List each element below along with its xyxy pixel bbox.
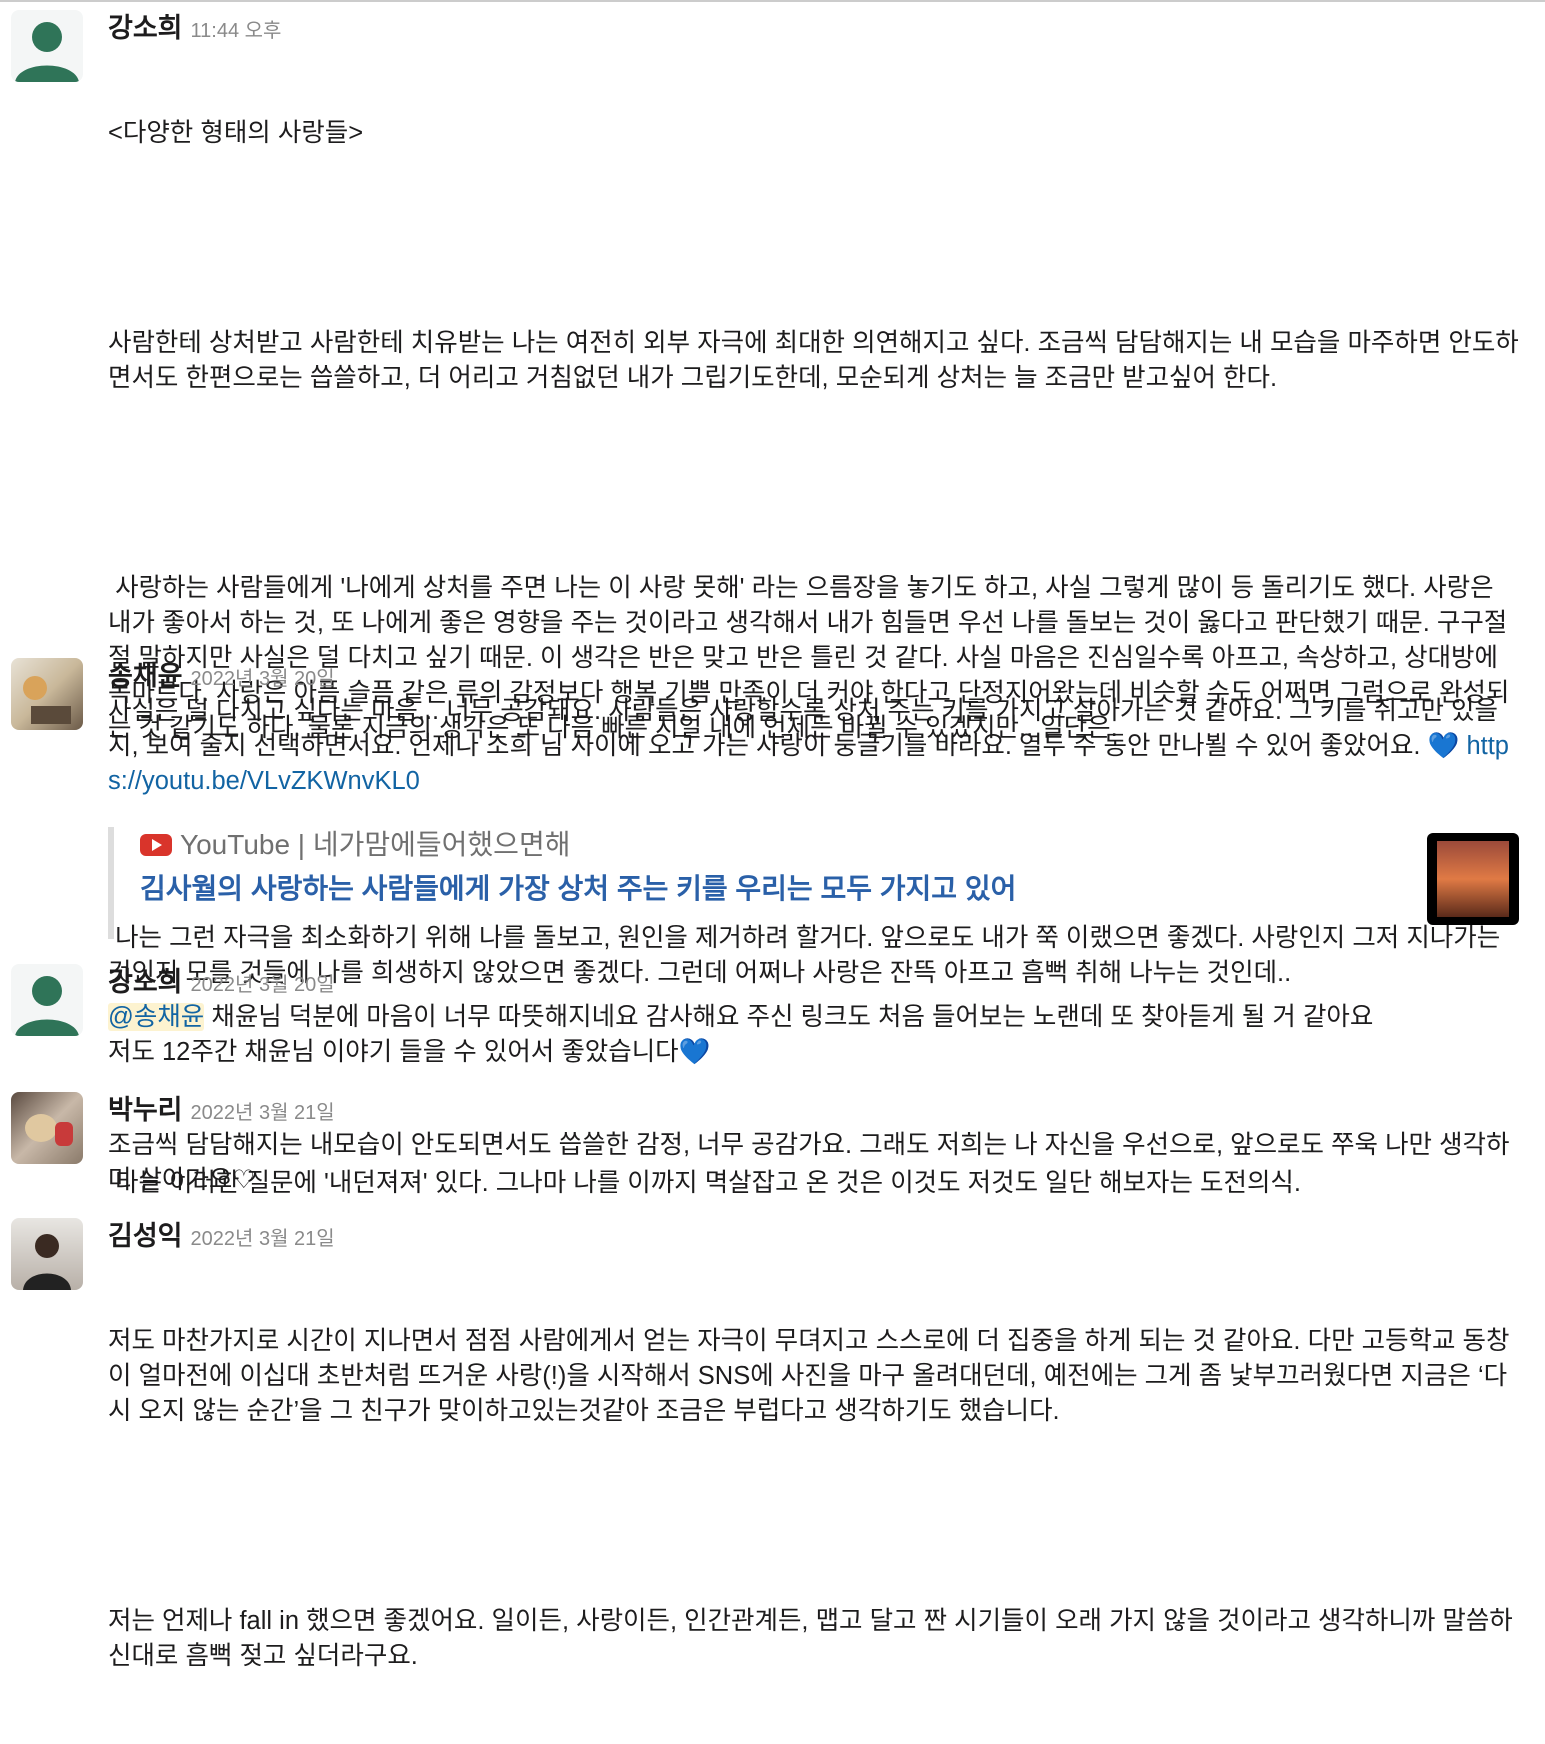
user-mention[interactable]: @송채윤 (108, 1003, 205, 1031)
paragraph: 저도 마찬가지로 시간이 지나면서 점점 사람에게서 얻는 자극이 무뎌지고 스… (108, 1327, 1510, 1425)
sender-name[interactable]: 박누리 (108, 1095, 183, 1125)
paragraph: <다양한 형태의 사랑들> (108, 119, 364, 147)
default-user-icon (15, 976, 79, 1036)
text: 사실은 덜 다치고 싶다는 마음... 너무 공감돼요. 사람들은 사랑할수록 … (108, 697, 1498, 760)
sender-name[interactable]: 김성익 (108, 1221, 183, 1251)
pet-photo-icon (25, 1114, 73, 1146)
blue-heart-icon: 💙 (678, 1038, 711, 1066)
timestamp[interactable]: 2022년 3월 20일 (191, 668, 335, 690)
link-preview-title[interactable]: 김사월의 사랑하는 사람들에게 가장 상처 주는 키를 우리는 모두 가지고 있… (140, 867, 1520, 911)
sender-name[interactable]: 강소희 (108, 967, 183, 997)
timestamp[interactable]: 2022년 3월 20일 (191, 974, 335, 996)
paragraph: 저는 언제나 fall in 했으면 좋겠어요. 일이든, 사랑이든, 인간관계… (108, 1607, 1513, 1670)
message-text: 저도 마찬가지로 시간이 지나면서 점점 사람에게서 얻는 자극이 무뎌지고 스… (108, 1254, 1520, 1744)
youtube-icon (140, 834, 172, 856)
blue-heart-icon: 💙 (1427, 732, 1460, 760)
sender-name[interactable]: 강소희 (108, 13, 183, 43)
message-text: 조금씩 담담해지는 내모습이 안도되면서도 씁쓸한 감정, 너무 공감가요. 그… (108, 1131, 1510, 1194)
person-photo-icon (23, 1234, 71, 1290)
link-preview-source: YouTube | 네가맘에들어했으면해 (140, 827, 1520, 863)
message-text: 사실은 덜 다치고 싶다는 마음... 너무 공감돼요. 사람들은 사랑할수록 … (108, 694, 1520, 799)
source-label: YouTube | 네가맘에들어했으면해 (180, 829, 571, 860)
timestamp[interactable]: 11:44 오후 (191, 20, 282, 42)
avatar[interactable] (11, 658, 83, 730)
message-text: @송채윤 채윤님 덕분에 마음이 너무 따뜻해지네요 감사해요 주신 링크도 처… (108, 1000, 1520, 1070)
avatar[interactable] (11, 964, 83, 1036)
avatar[interactable] (11, 1092, 83, 1164)
default-user-icon (15, 22, 79, 82)
sender-name[interactable]: 송채윤 (108, 661, 183, 691)
link-preview-card[interactable]: YouTube | 네가맘에들어했으면해 김사월의 사랑하는 사람들에게 가장 … (108, 827, 1520, 939)
video-thumbnail[interactable] (1427, 833, 1519, 925)
timestamp[interactable]: 2022년 3월 21일 (191, 1228, 335, 1250)
paragraph: 사람한테 상처받고 사람한테 치유받는 나는 여전히 외부 자극에 최대한 의연… (108, 329, 1519, 392)
text: 채윤님 덕분에 마음이 너무 따뜻해지네요 감사해요 주신 링크도 처음 들어보… (108, 1003, 1374, 1066)
avatar[interactable] (11, 1218, 83, 1290)
avatar[interactable] (11, 10, 83, 82)
dog-photo-icon (23, 676, 71, 724)
timestamp[interactable]: 2022년 3월 21일 (191, 1102, 335, 1124)
